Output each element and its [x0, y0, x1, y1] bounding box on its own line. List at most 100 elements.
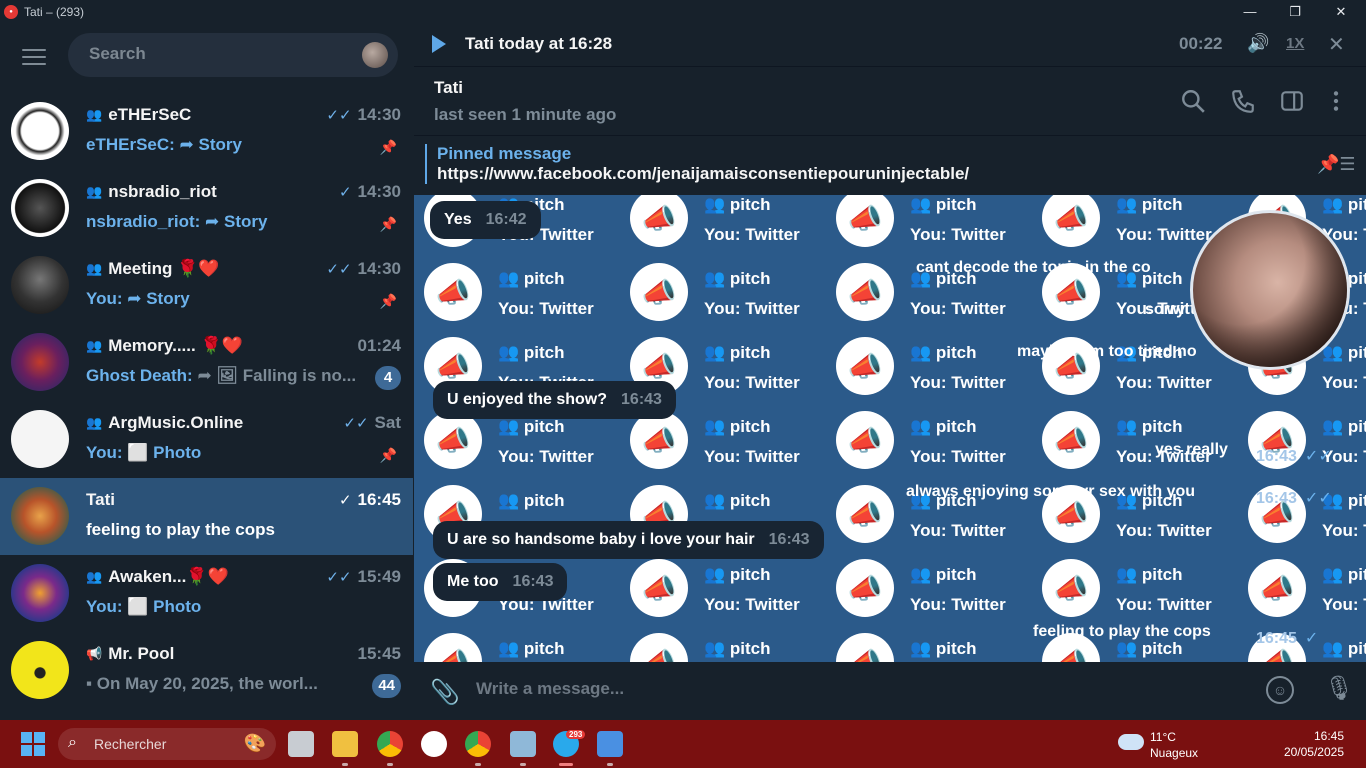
group-icon: 👥: [86, 107, 103, 122]
pinned-text: https://www.facebook.com/jenaijamaiscons…: [437, 164, 970, 183]
chat-item-tati[interactable]: Tati ✓ 16:45 feeling to play the cops: [0, 478, 413, 555]
message-text-out[interactable]: feeling to play the cops: [1033, 623, 1211, 641]
volume-icon[interactable]: 🔊: [1247, 33, 1269, 54]
emoji-icon[interactable]: ☺: [1266, 676, 1294, 704]
telegram-app-icon: ●: [4, 4, 18, 19]
app-launcher-icon[interactable]: [510, 731, 536, 766]
tile-title: 👥 pitch: [1116, 195, 1183, 214]
weather-temperature: 11°C: [1150, 730, 1176, 744]
chat-name: Meeting 🌹❤️: [108, 259, 220, 278]
tile-title: 👥 pitch: [1322, 639, 1366, 658]
tile-title: 👥 pitch: [498, 417, 565, 436]
tile-title: 👥 pitch: [704, 565, 771, 584]
chat-time: 15:49: [357, 567, 401, 586]
sidebar-header: [0, 23, 413, 93]
preview-text: ➦ Story: [200, 212, 268, 231]
file-explorer-icon[interactable]: [332, 731, 358, 766]
forwarded-tile: 📣👥 pitchYou: Twitter: [414, 625, 620, 662]
tile-subtitle: You: Twitter: [910, 225, 1006, 244]
system-clock[interactable]: 16:45 20/05/2025: [1284, 728, 1344, 760]
read-check-icon: ✓✓: [1304, 490, 1332, 507]
chat-item-argmusic[interactable]: 👥 ArgMusic.Online ✓✓ Sat You: ⬜ Photo 📌: [0, 401, 413, 478]
tile-title: 👥 pitch: [910, 343, 977, 362]
preview-sender: Ghost Death:: [86, 366, 193, 385]
chrome-profile-icon[interactable]: [465, 731, 491, 766]
pinned-message-bar[interactable]: Pinned message https://www.facebook.com/…: [414, 135, 1366, 195]
message-text-out[interactable]: always enjoying some vr sex with you: [906, 483, 1195, 501]
group-icon: 👥: [86, 338, 103, 353]
message-text-out[interactable]: cant decode the topic in the co: [916, 259, 1151, 277]
close-window-button[interactable]: ✕: [1318, 0, 1364, 23]
avatar: [11, 564, 69, 622]
search-input[interactable]: [89, 44, 349, 64]
windows-start-icon[interactable]: [21, 732, 45, 756]
search-avatar[interactable]: [362, 42, 388, 68]
task-view-icon[interactable]: [288, 731, 314, 757]
search-box[interactable]: [68, 33, 398, 77]
video-message-circle[interactable]: [1190, 210, 1350, 370]
close-player-icon[interactable]: ✕: [1328, 32, 1345, 57]
megaphone-icon: 📣: [1248, 559, 1306, 617]
tile-title: 👥 pitch: [1116, 639, 1183, 658]
chat-title[interactable]: Tati: [434, 78, 463, 98]
weather-widget[interactable]: 11°C Nuageux: [1118, 728, 1238, 762]
tile-subtitle: You: Twitter: [704, 373, 800, 392]
telegram-unread-badge: 293: [566, 730, 586, 739]
megaphone-icon: 📣: [836, 559, 894, 617]
chat-item-mr-pool[interactable]: 📢 Mr. Pool 15:45 ▪ On May 20, 2025, the w…: [0, 632, 413, 709]
maximize-button[interactable]: ❐: [1272, 0, 1318, 23]
forwarded-tile: 📣👥 pitchYou: Twitter: [620, 255, 826, 329]
message-text-out[interactable]: maybe i am too tired no: [1017, 343, 1197, 361]
preview-sender: You:: [86, 289, 123, 308]
attach-icon[interactable]: 📎: [430, 678, 460, 707]
chat-item-nsbradio[interactable]: 👥 nsbradio_riot ✓ 14:30 nsbradio_riot: ➦ S…: [0, 170, 413, 247]
phone-icon[interactable]: [1230, 88, 1256, 114]
chat-item-awaken[interactable]: 👥 Awaken...🌹❤️ ✓✓ 15:49 You: ⬜ Photo: [0, 555, 413, 632]
sidebar-toggle-icon[interactable]: [1279, 88, 1305, 114]
sync-app-icon[interactable]: [421, 731, 447, 757]
avatar: [11, 487, 69, 545]
play-icon[interactable]: [432, 35, 446, 53]
last-seen-status: last seen 1 minute ago: [434, 105, 617, 124]
player-title[interactable]: Tati today at 16:28: [465, 34, 612, 54]
megaphone-icon: 📣: [424, 633, 482, 662]
forwarded-tile: 📣👥 pitchYou: Twitter: [414, 255, 620, 329]
minimize-button[interactable]: —: [1227, 0, 1273, 23]
notepad-icon[interactable]: [597, 731, 623, 766]
chrome-icon[interactable]: [377, 731, 403, 766]
group-icon: 👥: [86, 415, 103, 430]
tile-subtitle: You: Twitter: [1322, 373, 1366, 392]
forwarded-tile: 📣👥 pitchYou: Twitter: [620, 551, 826, 625]
forwarded-tile: 📣👥 pitchYou: Twitter: [826, 195, 1032, 255]
megaphone-icon: 📣: [424, 411, 482, 469]
pinned-list-icon[interactable]: 📌☰: [1317, 154, 1356, 175]
message-bubble-in[interactable]: U enjoyed the show? 16:43: [433, 381, 676, 419]
chat-item-ethersec[interactable]: 👥 eTHErSeC ✓✓ 14:30 eTHErSeC: ➦ Story 📌: [0, 93, 413, 170]
avatar: [11, 410, 69, 468]
tile-subtitle: You: Twitter: [704, 447, 800, 466]
message-input[interactable]: [476, 679, 1176, 699]
chat-name: Memory..... 🌹❤️: [108, 336, 243, 355]
message-text-out[interactable]: yes really: [1155, 441, 1228, 459]
chat-name: Mr. Pool: [108, 644, 175, 663]
message-bubble-in[interactable]: Yes 16:42: [430, 201, 541, 239]
message-time: 16:43: [1256, 490, 1297, 507]
forwarded-tile: 📣👥 pitchYou: Twitter: [826, 551, 1032, 625]
chat-item-meeting[interactable]: 👥 Meeting 🌹❤️ ✓✓ 14:30 You: ➦ Story 📌: [0, 247, 413, 324]
more-options-icon[interactable]: [1323, 88, 1349, 114]
megaphone-icon: 📣: [630, 195, 688, 247]
menu-icon[interactable]: [22, 49, 46, 65]
microphone-icon[interactable]: 🎙: [1324, 674, 1354, 703]
message-bubble-in[interactable]: Me too 16:43: [433, 563, 568, 601]
message-time: 16:43: [512, 573, 554, 590]
megaphone-icon: 📣: [836, 337, 894, 395]
playback-speed-button[interactable]: 1X: [1286, 35, 1304, 52]
chat-item-memory[interactable]: 👥 Memory..... 🌹❤️ 01:24 Ghost Death: ➦ 🖼 …: [0, 324, 413, 401]
message-text-out[interactable]: sorry: [1145, 301, 1185, 319]
tile-title: 👥 pitch: [1116, 417, 1183, 436]
message-bubble-in[interactable]: U are so handsome baby i love your hair 1…: [433, 521, 824, 559]
search-icon[interactable]: [1180, 88, 1206, 114]
taskbar-search[interactable]: ⌕ Rechercher 🎨: [58, 728, 276, 760]
forwarded-tile: 📣👥 pitchYou: Twitter: [826, 625, 1032, 662]
read-check-icon: ✓✓: [326, 261, 352, 278]
